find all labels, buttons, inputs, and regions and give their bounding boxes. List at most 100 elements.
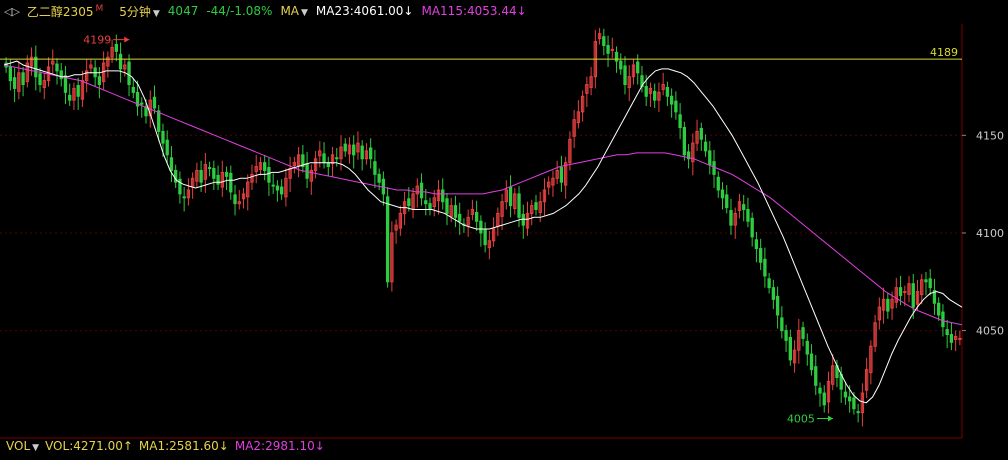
candle-body [127, 61, 131, 86]
candle-body [767, 278, 771, 289]
candle-body [63, 75, 68, 93]
candle-body [716, 176, 720, 191]
candle-body [267, 167, 271, 183]
ma23-line [3, 60, 963, 404]
candle-body [703, 141, 708, 152]
candle-body [712, 161, 716, 175]
candle-body [758, 248, 763, 263]
annotation-label: 4005 [787, 412, 815, 425]
candle-body [352, 144, 356, 156]
chart-annotations: 4199 4005 [83, 34, 833, 425]
candle-body [924, 279, 928, 283]
price-chart[interactable]: 4189 4050 4100 4150 4199 4005 [0, 0, 1008, 460]
candle-body [742, 204, 746, 211]
candle-body [212, 168, 216, 179]
candle-body [165, 139, 169, 156]
candle-body [852, 397, 856, 410]
annotation-label: 4199 [83, 34, 111, 47]
candle-body [118, 53, 123, 70]
candle-body [157, 110, 161, 132]
candle-body [805, 340, 809, 355]
candle-body [369, 147, 373, 160]
candle-body [763, 258, 767, 277]
candle-body [381, 178, 386, 195]
candle-body [610, 48, 614, 51]
candle-body [534, 202, 538, 211]
candle-body [903, 291, 907, 294]
candlesticks [4, 27, 962, 427]
candle-body [517, 193, 521, 218]
annotation-arrowhead [827, 415, 833, 422]
candle-body [750, 217, 754, 238]
annotation-arrowhead [124, 36, 130, 43]
candle-body [784, 330, 788, 341]
candle-body [445, 198, 449, 214]
candle-body [199, 169, 203, 183]
candle-body [377, 173, 381, 183]
candle-body [788, 336, 792, 361]
candle-body [708, 150, 712, 166]
candle-body [958, 337, 962, 340]
candle-body [669, 95, 674, 105]
candle-body [68, 94, 72, 101]
candle-body [38, 73, 42, 86]
candle-body [665, 86, 670, 97]
candle-body [809, 353, 814, 371]
y-axis-ticks: 4050 4100 4150 [962, 129, 1004, 338]
candle-body [479, 220, 483, 234]
candle-body [424, 200, 428, 205]
vol-selector[interactable]: VOL ▼ [0, 439, 39, 453]
candle-body [483, 229, 487, 246]
candle-body [780, 317, 784, 332]
candle-body [322, 153, 326, 164]
candle-body [754, 239, 759, 250]
ma115-line [3, 64, 963, 326]
candle-body [606, 44, 610, 54]
candle-body [771, 287, 776, 300]
candle-body [898, 287, 903, 296]
y-tick-label: 4050 [976, 325, 1004, 338]
candle-body [271, 184, 275, 187]
candle-body [335, 157, 339, 160]
candle-body [152, 96, 157, 109]
candle-body [207, 167, 212, 170]
candle-body [818, 387, 822, 394]
candle-body [886, 298, 890, 312]
candle-body [674, 100, 678, 113]
candle-body [458, 213, 462, 222]
reference-line-label: 4189 [930, 46, 958, 59]
candle-body [801, 327, 805, 339]
candle-body [263, 162, 267, 171]
candle-body [814, 366, 818, 386]
candle-body [305, 163, 309, 179]
candle-body [602, 36, 606, 46]
candle-body [848, 396, 852, 402]
candle-body [161, 130, 165, 144]
candle-body [59, 70, 63, 80]
vol-readout: VOL:4271.00↑ [45, 439, 133, 453]
vol-label: VOL [6, 439, 31, 453]
candle-body [653, 90, 657, 101]
vol-ma2-readout: MA2:2981.10↓ [234, 439, 325, 453]
vol-ma1-readout: MA1:2581.60↓ [138, 439, 229, 453]
candle-body [8, 66, 13, 82]
candle-body [941, 311, 945, 328]
candle-body [169, 157, 174, 171]
candle-body [233, 194, 237, 205]
candle-body [275, 185, 280, 191]
candle-body [373, 161, 377, 175]
candle-body [279, 186, 284, 195]
candle-body [474, 211, 479, 222]
candle-body [34, 56, 38, 78]
candle-body [614, 51, 619, 62]
candle-body [822, 392, 826, 406]
candle-body [949, 334, 954, 343]
candle-body [559, 167, 564, 183]
candle-body [419, 182, 424, 199]
candle-body [623, 65, 627, 86]
candle-body [343, 143, 347, 152]
y-tick-label: 4100 [976, 227, 1004, 240]
candle-body [326, 162, 330, 168]
candle-body [55, 63, 59, 72]
candle-body [843, 391, 848, 398]
